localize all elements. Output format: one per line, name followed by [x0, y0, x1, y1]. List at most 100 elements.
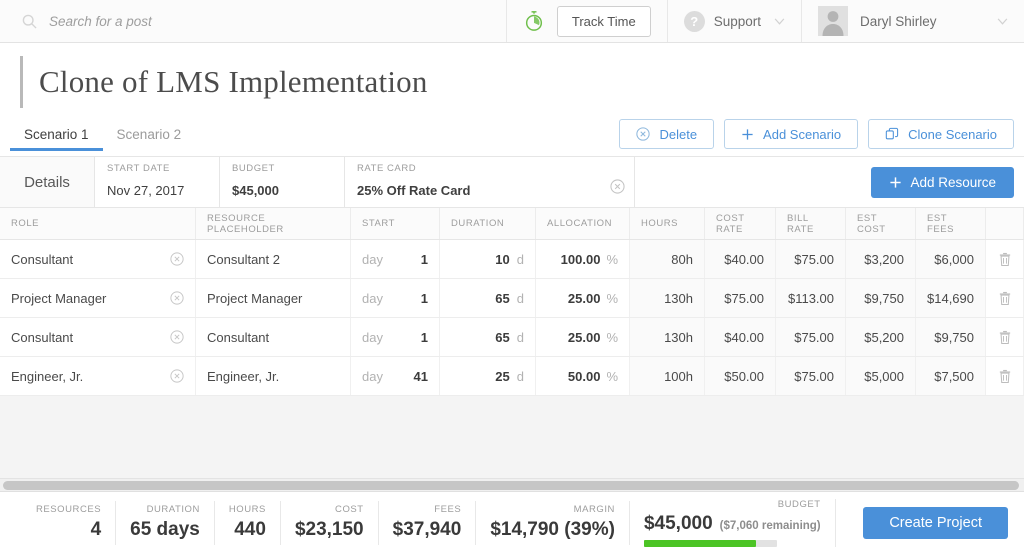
trash-icon[interactable] [998, 291, 1012, 306]
delete-button-label: Delete [659, 126, 698, 142]
cell-start[interactable]: day 1 [351, 318, 440, 356]
cell-role[interactable]: Consultant [0, 240, 196, 278]
role-clear-icon[interactable] [170, 369, 184, 383]
table-row[interactable]: Consultant Consultant 2 day 1 10 d 100.0… [0, 240, 1024, 279]
chevron-down-icon [774, 17, 785, 25]
scrollbar-thumb[interactable] [3, 481, 1019, 490]
cell-delete[interactable] [986, 279, 1024, 317]
add-resource-button[interactable]: Add Resource [871, 167, 1014, 198]
trash-icon[interactable] [998, 252, 1012, 267]
cell-cost-rate: $75.00 [705, 279, 776, 317]
cell-hours: 80h [630, 240, 705, 278]
budget-amount-line: $45,000 ($7,060 remaining) [644, 513, 821, 535]
rate-card-header: RATE CARD [357, 163, 417, 174]
rate-card-field[interactable]: RATE CARD 25% Off Rate Card [345, 157, 635, 207]
chevron-down-icon [997, 17, 1008, 25]
create-project-button[interactable]: Create Project [863, 506, 1008, 539]
stat-hours-value: 440 [234, 519, 266, 540]
cell-role[interactable]: Project Manager [0, 279, 196, 317]
table-row[interactable]: Project Manager Project Manager day 1 65… [0, 279, 1024, 318]
cell-est-fees: $6,000 [916, 240, 986, 278]
cell-allocation-unit: % [606, 368, 618, 384]
search-container[interactable] [0, 0, 507, 42]
cell-duration[interactable]: 65 d [440, 279, 536, 317]
support-label: Support [713, 13, 761, 29]
delete-button[interactable]: Delete [619, 119, 715, 149]
cell-est-cost: $9,750 [846, 279, 916, 317]
cell-resource[interactable]: Project Manager [196, 279, 351, 317]
budget-field[interactable]: BUDGET $45,000 [220, 157, 345, 207]
start-date-field[interactable]: START DATE Nov 27, 2017 [95, 157, 220, 207]
column-header-resource: RESOURCE PLACEHOLDER [196, 208, 351, 239]
top-navigation-bar: Track Time ? Support Daryl Shirley [0, 0, 1024, 43]
trash-icon[interactable] [998, 369, 1012, 384]
tab-scenario-2[interactable]: Scenario 2 [103, 121, 196, 151]
cell-resource[interactable]: Engineer, Jr. [196, 357, 351, 395]
cell-role[interactable]: Consultant [0, 318, 196, 356]
search-input[interactable] [49, 13, 349, 29]
cell-duration-unit: d [516, 290, 524, 306]
cell-role[interactable]: Engineer, Jr. [0, 357, 196, 395]
cell-start[interactable]: day 41 [351, 357, 440, 395]
stat-resources: RESOURCES 4 [22, 500, 117, 545]
role-clear-icon[interactable] [170, 330, 184, 344]
cell-est-fees: $9,750 [916, 318, 986, 356]
stat-hours-label: HOURS [228, 504, 266, 515]
cell-allocation[interactable]: 25.00 % [536, 279, 630, 317]
support-menu[interactable]: ? Support [668, 0, 802, 42]
user-menu[interactable]: Daryl Shirley [802, 0, 1024, 42]
stat-fees-label: FEES [434, 504, 462, 515]
cell-duration-value: 25 [495, 368, 510, 384]
cell-hours: 130h [630, 279, 705, 317]
cell-duration[interactable]: 65 d [440, 318, 536, 356]
cell-duration-value: 65 [495, 329, 510, 345]
cell-start[interactable]: day 1 [351, 240, 440, 278]
role-clear-icon[interactable] [170, 291, 184, 305]
cell-start-value: 1 [420, 290, 428, 306]
resource-table: ROLE RESOURCE PLACEHOLDER START DURATION… [0, 208, 1024, 396]
question-mark-icon: ? [683, 10, 705, 32]
horizontal-scrollbar[interactable] [0, 478, 1024, 491]
cell-start-value: 1 [420, 251, 428, 267]
user-avatar-icon [818, 6, 848, 36]
column-header-est-cost: EST COST [846, 208, 916, 239]
cell-duration-value: 65 [495, 290, 510, 306]
page-title-row: Clone of LMS Implementation [0, 43, 1024, 121]
cell-resource[interactable]: Consultant [196, 318, 351, 356]
column-header-hours: HOURS [630, 208, 705, 239]
cell-allocation[interactable]: 100.00 % [536, 240, 630, 278]
rate-card-clear-icon[interactable] [610, 179, 625, 194]
cell-start[interactable]: day 1 [351, 279, 440, 317]
stat-margin-label: MARGIN [573, 504, 615, 515]
stat-duration-value: 65 days [130, 519, 200, 540]
trash-icon[interactable] [998, 330, 1012, 345]
stopwatch-icon [523, 10, 545, 32]
cell-cost-rate: $40.00 [705, 240, 776, 278]
start-date-header: START DATE [107, 163, 170, 174]
user-name-label: Daryl Shirley [860, 13, 937, 29]
cell-duration[interactable]: 25 d [440, 357, 536, 395]
cell-est-cost: $3,200 [846, 240, 916, 278]
cell-allocation-value: 25.00 [567, 329, 601, 345]
cell-duration[interactable]: 10 d [440, 240, 536, 278]
table-row[interactable]: Engineer, Jr. Engineer, Jr. day 41 25 d … [0, 357, 1024, 396]
tab-scenario-1[interactable]: Scenario 1 [10, 121, 103, 151]
clone-scenario-button[interactable]: Clone Scenario [868, 119, 1014, 149]
search-icon [22, 14, 37, 29]
scenario-actions: Delete Add Scenario Clone Scenario [619, 119, 1014, 149]
cell-duration-unit: d [516, 368, 524, 384]
cell-delete[interactable] [986, 240, 1024, 278]
cell-delete[interactable] [986, 357, 1024, 395]
cell-resource[interactable]: Consultant 2 [196, 240, 351, 278]
column-header-start: START [351, 208, 440, 239]
details-actions-area: Add Resource [635, 157, 1024, 207]
role-clear-icon[interactable] [170, 252, 184, 266]
track-time-button[interactable]: Track Time [556, 5, 651, 37]
table-row[interactable]: Consultant Consultant day 1 65 d 25.00 %… [0, 318, 1024, 357]
cell-allocation[interactable]: 25.00 % [536, 318, 630, 356]
column-header-role: ROLE [0, 208, 196, 239]
add-scenario-button[interactable]: Add Scenario [724, 119, 859, 149]
cell-delete[interactable] [986, 318, 1024, 356]
cell-allocation[interactable]: 50.00 % [536, 357, 630, 395]
stat-margin-value: $14,790 (39%) [490, 519, 615, 540]
